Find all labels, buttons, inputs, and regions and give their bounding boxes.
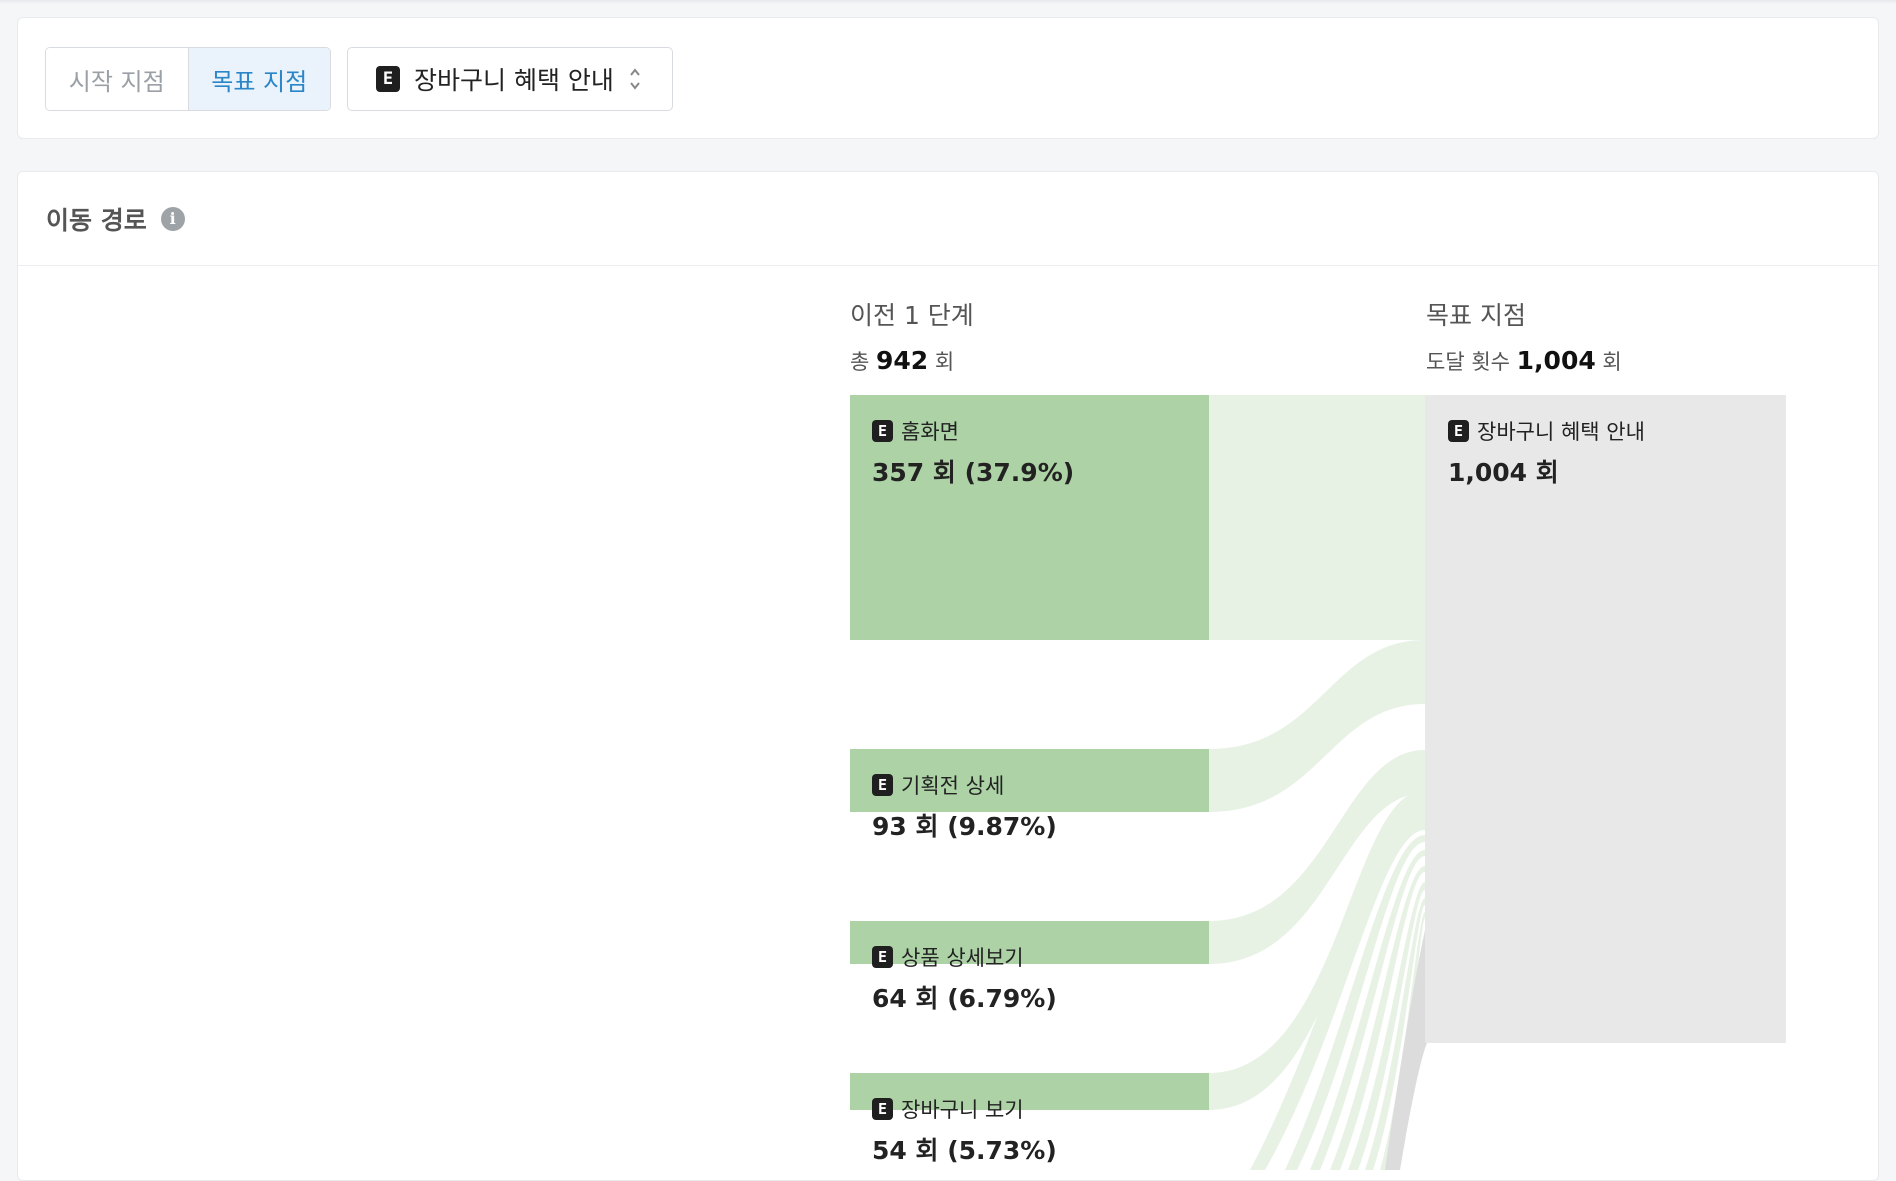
node-goal-label: E 장바구니 혜택 안내 [1448,416,1645,446]
node-exhibition-detail-label: E 기획전 상세 [872,770,1004,800]
goal-header: 목표 지점 도달 횟수 1,004 회 [1426,296,1622,376]
node-homescreen-label: E 홈화면 [872,416,959,446]
goal-total: 도달 횟수 1,004 회 [1426,346,1622,375]
node-product-detail-count: 64 회 (6.79%) [872,984,1057,1013]
node-cart-view-count: 54 회 (5.73%) [872,1136,1057,1165]
goal-title: 목표 지점 [1426,301,1526,330]
node-homescreen-count: 357 회 (37.9%) [872,458,1075,487]
node-goal-count: 1,004 회 [1448,458,1559,487]
flow-homescreen [1209,395,1425,640]
prev-step-title: 이전 1 단계 [850,301,974,330]
event-type-badge: E [1448,420,1469,442]
prev-step-total: 총 942 회 [850,346,955,375]
node-cart-view-label: E 장바구니 보기 [872,1094,1024,1124]
event-type-badge: E [872,1098,893,1120]
event-type-badge: E [872,420,893,442]
node-goal[interactable] [1425,395,1786,1043]
event-type-badge: E [872,946,893,968]
node-exhibition-detail-count: 93 회 (9.87%) [872,812,1057,841]
event-type-badge: E [872,774,893,796]
node-product-detail-label: E 상품 상세보기 [872,942,1024,972]
prev-step-header: 이전 1 단계 총 942 회 [850,296,974,376]
